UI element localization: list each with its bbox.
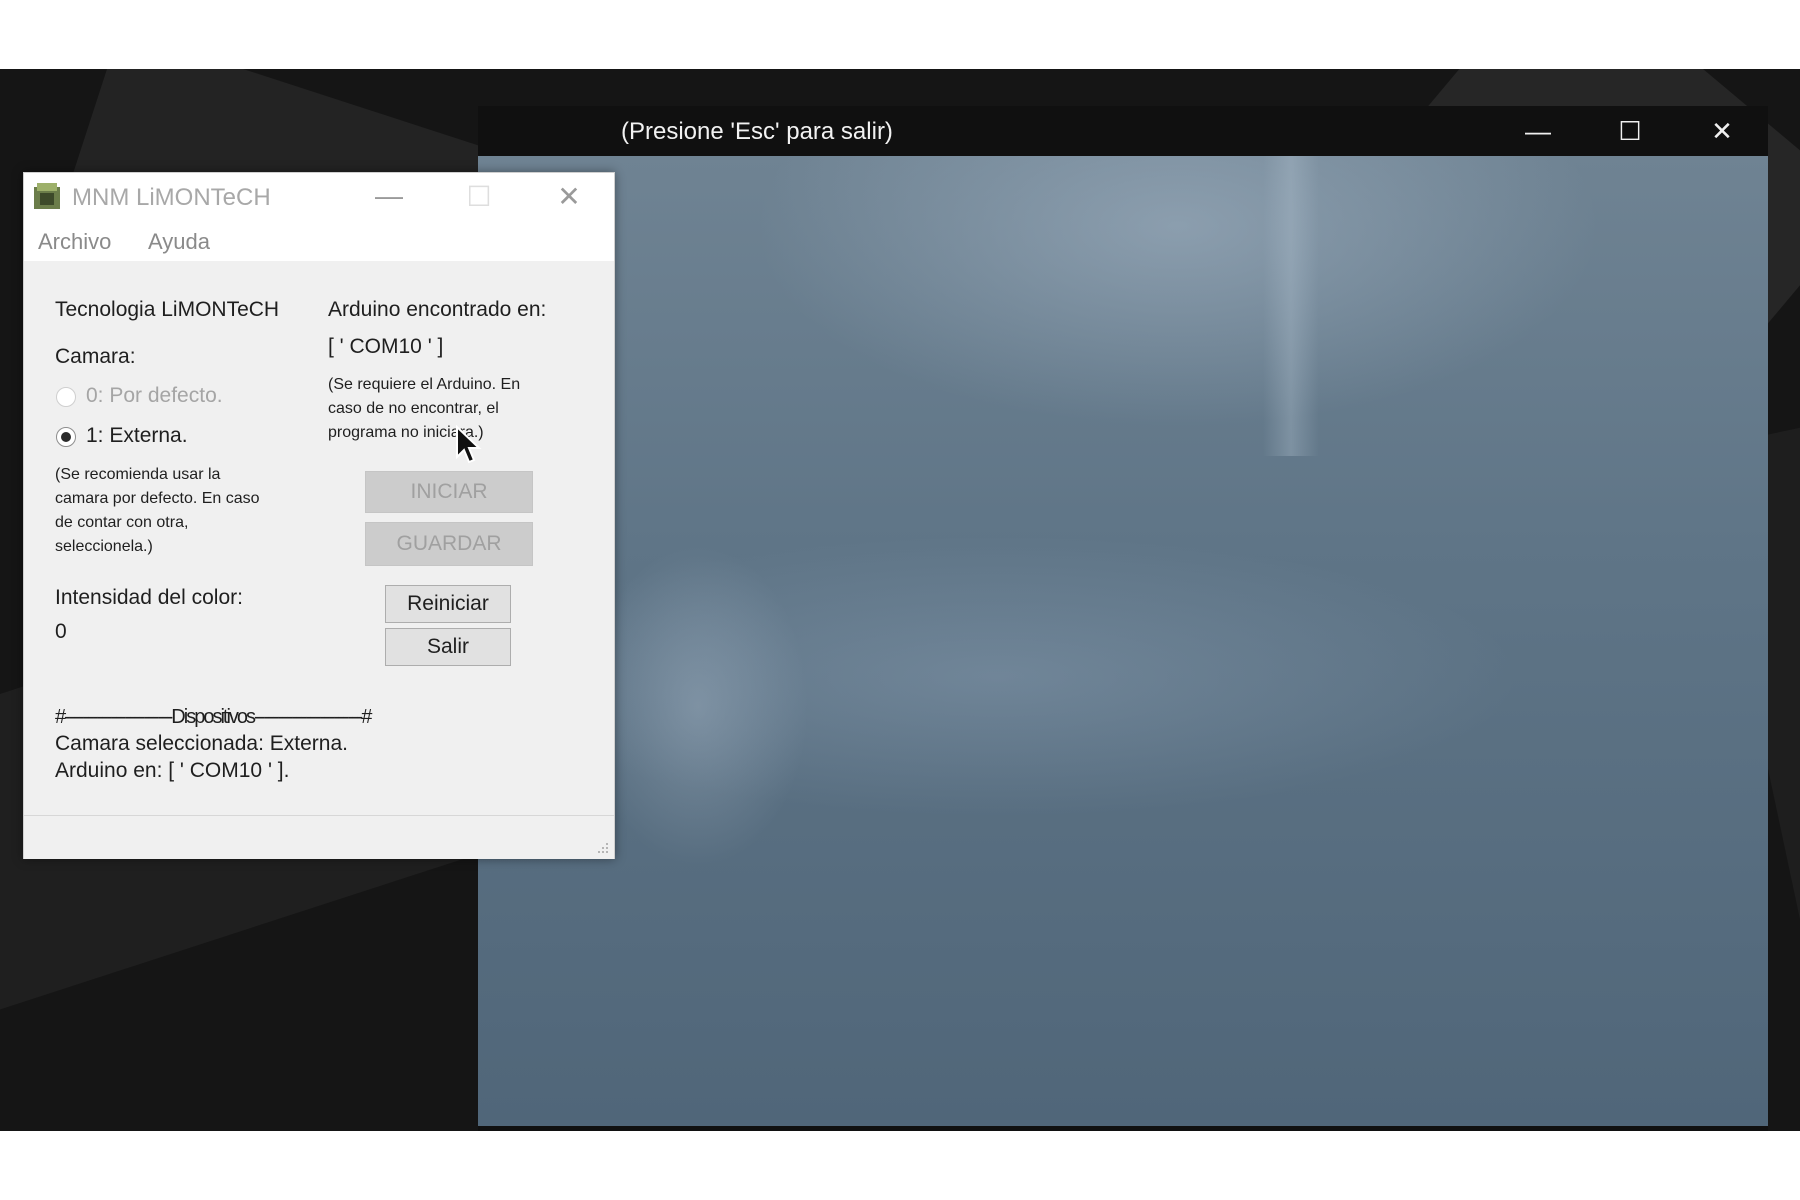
camera-window-titlebar[interactable]: (Presione 'Esc' para salir) — ☐ ✕ xyxy=(478,106,1768,156)
close-icon: ✕ xyxy=(557,180,581,212)
camera-close-button[interactable]: ✕ xyxy=(1676,106,1768,156)
radio-selected-dot xyxy=(61,432,71,442)
desktop-background: (Presione 'Esc' para salir) — ☐ ✕ MNM Li… xyxy=(0,69,1800,1131)
camera-window-controls: — ☐ ✕ xyxy=(1492,106,1768,156)
devices-camera-info: Camara seleccionada: Externa. xyxy=(55,732,348,755)
camera-minimize-button[interactable]: — xyxy=(1492,106,1584,156)
minimize-icon: — xyxy=(375,180,403,211)
save-button[interactable]: GUARDAR xyxy=(365,522,533,566)
app-close-button[interactable]: ✕ xyxy=(524,173,614,219)
start-button[interactable]: INICIAR xyxy=(365,471,533,513)
app-titlebar[interactable]: MNM LiMONTeCH — ☐ ✕ xyxy=(24,173,614,219)
camera-option-external-label[interactable]: 1: Externa. xyxy=(86,424,188,448)
camera-option-default-radio xyxy=(56,387,76,407)
color-intensity-value: 0 xyxy=(55,620,67,643)
app-maximize-button: ☐ xyxy=(434,173,524,219)
exit-button[interactable]: Salir xyxy=(385,628,511,666)
maximize-icon: ☐ xyxy=(1618,115,1642,146)
camera-window-title: (Presione 'Esc' para salir) xyxy=(621,118,893,145)
camera-maximize-button[interactable]: ☐ xyxy=(1584,106,1676,156)
app-minimize-button[interactable]: — xyxy=(344,173,434,219)
app-window: MNM LiMONTeCH — ☐ ✕ Archivo Ayuda Tecnol… xyxy=(23,172,615,859)
mouse-cursor-icon xyxy=(456,425,482,464)
arduino-port: [ ' COM10 ' ] xyxy=(328,335,444,358)
app-title: MNM LiMONTeCH xyxy=(72,184,271,211)
camera-window: (Presione 'Esc' para salir) — ☐ ✕ xyxy=(478,106,1768,1131)
arduino-label: Arduino encontrado en: xyxy=(328,298,547,321)
brand-label: Tecnologia LiMONTeCH xyxy=(55,298,280,321)
minimize-icon: — xyxy=(1525,115,1551,146)
restart-button[interactable]: Reiniciar xyxy=(385,585,511,623)
maximize-icon: ☐ xyxy=(466,180,492,212)
arduino-note: (Se requiere el Arduino. En caso de no e… xyxy=(328,376,521,441)
camera-label: Camara: xyxy=(55,345,136,368)
menu-archivo[interactable]: Archivo xyxy=(38,229,111,255)
devices-header: #-----------------------Dispositivos----… xyxy=(55,706,372,728)
camera-option-external-radio[interactable] xyxy=(56,427,76,447)
devices-arduino-info: Arduino en: [ ' COM10 ' ]. xyxy=(55,759,290,782)
color-intensity-label: Intensidad del color: xyxy=(55,586,243,609)
close-icon: ✕ xyxy=(1711,115,1733,146)
app-logo-icon xyxy=(34,183,60,209)
camera-option-default-label: 0: Por defecto. xyxy=(86,384,223,407)
camera-feed xyxy=(478,156,1768,1126)
camera-note: (Se recomienda usar la camara por defect… xyxy=(55,466,260,555)
status-bar xyxy=(24,815,614,859)
resize-grip-icon[interactable] xyxy=(596,841,610,855)
menu-ayuda[interactable]: Ayuda xyxy=(148,229,210,255)
menubar: Archivo Ayuda xyxy=(24,219,614,261)
camera-feed-highlight xyxy=(1263,156,1319,456)
